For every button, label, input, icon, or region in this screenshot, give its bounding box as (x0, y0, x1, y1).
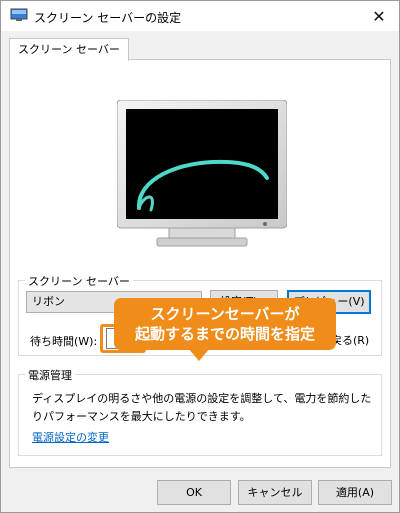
power-settings-link[interactable]: 電源設定の変更 (32, 429, 109, 445)
power-description: ディスプレイの明るさや他の電源の設定を調整して、電力を節約したりパフォーマンスを… (32, 392, 372, 423)
ok-button[interactable]: OK (157, 480, 231, 505)
screensaver-select-value: リボン (32, 295, 65, 308)
callout-pointer (188, 348, 210, 361)
close-icon: ✕ (372, 6, 386, 26)
close-button[interactable]: ✕ (359, 1, 399, 31)
monitor-icon (10, 8, 28, 21)
callout-line-1: スクリーンセーバーが (150, 305, 300, 323)
window-title: スクリーン セーバーの設定 (34, 11, 182, 25)
title-bar: スクリーン セーバーの設定 ✕ (1, 1, 399, 31)
screensaver-preview-monitor (117, 100, 287, 247)
power-group-label: 電源管理 (25, 367, 75, 383)
wait-time-label: 待ち時間(W): (30, 335, 98, 348)
tab-panel: スクリーン セーバー リボン ▼ 設定(T)... プレビュー(V) 待ち時間(… (9, 59, 391, 468)
cancel-button[interactable]: キャンセル (238, 480, 312, 505)
apply-button[interactable]: 適用(A) (318, 480, 392, 505)
tab-screensaver[interactable]: スクリーン セーバー (9, 38, 129, 61)
callout-annotation: スクリーンセーバーが 起動するまでの時間を指定 (114, 298, 336, 350)
screensaver-group-label: スクリーン セーバー (25, 273, 133, 289)
screensaver-settings-dialog: スクリーン セーバーの設定 ✕ スクリーン セーバー スクリーン セーバー リボ… (0, 0, 400, 513)
callout-line-2: 起動するまでの時間を指定 (134, 325, 315, 343)
